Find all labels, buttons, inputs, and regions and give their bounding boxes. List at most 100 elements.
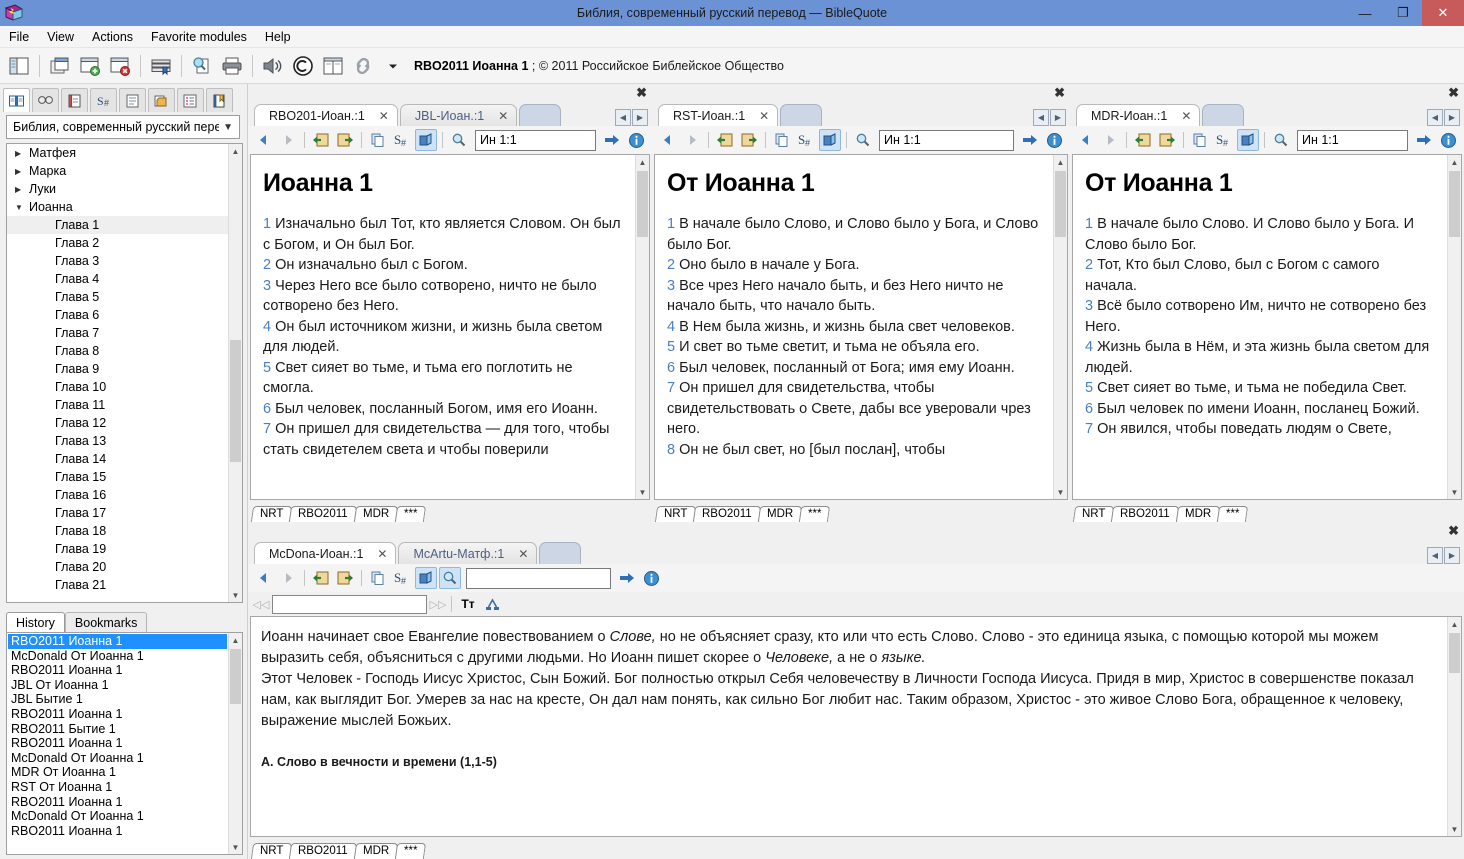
history-item[interactable]: McDonald От Иоанна 1 (8, 649, 227, 664)
close-icon[interactable]: ✕ (759, 109, 769, 123)
tab-scroll-left-icon[interactable]: ◀ (615, 109, 631, 126)
sidebar-tab-search[interactable] (32, 88, 59, 112)
panel-rbo-scrollbar[interactable]: ▲ ▼ (635, 155, 649, 499)
menu-item-actions[interactable]: Actions (83, 26, 142, 48)
tree-chapter-7[interactable]: Глава 4 (7, 270, 228, 288)
prev-chapter-icon[interactable] (310, 567, 332, 589)
prev-chapter-icon[interactable] (310, 129, 332, 151)
sidebar-tab-list[interactable] (119, 88, 146, 112)
reference-input[interactable]: Ин 1:1 (879, 129, 1014, 151)
new-window-icon[interactable] (76, 51, 104, 81)
dropdown-arrow-icon[interactable] (379, 51, 407, 81)
tile-windows-icon[interactable] (46, 51, 74, 81)
scroll-up-icon[interactable]: ▲ (229, 633, 242, 647)
tree-chapter-24[interactable]: Глава 21 (7, 576, 228, 594)
tab-scroll-right-icon[interactable]: ▶ (1444, 547, 1460, 564)
history-item[interactable]: RBO2011 Иоанна 1 (8, 795, 227, 810)
back-arrow-icon[interactable] (253, 129, 275, 151)
strong-numbers-icon[interactable]: S # (391, 567, 413, 589)
history-item[interactable]: RBO2011 Иоанна 1 (8, 663, 227, 678)
open-module-icon[interactable] (1237, 129, 1259, 151)
panel-rst-scrollbar[interactable]: ▲ ▼ (1053, 155, 1067, 499)
history-item[interactable]: RBO2011 Иоанна 1 (8, 634, 227, 649)
chevron-down-icon[interactable]: ▼ (15, 203, 29, 212)
tab-scroll-left-icon[interactable]: ◀ (1427, 109, 1443, 126)
search-icon[interactable] (1270, 129, 1292, 151)
history-item[interactable]: RST От Иоанна 1 (8, 780, 227, 795)
back-arrow-icon[interactable] (253, 567, 275, 589)
sidebar-tab-outline[interactable] (177, 88, 204, 112)
reference-input[interactable]: Ин 1:1 (1297, 129, 1408, 151)
reference-input[interactable]: Ин 1:1 (475, 129, 596, 151)
chevron-right-icon[interactable]: ▶ (15, 149, 29, 158)
scroll-thumb[interactable] (1449, 171, 1460, 237)
close-icon[interactable]: ✕ (498, 109, 508, 123)
tree-chapter-10[interactable]: Глава 7 (7, 324, 228, 342)
tree-book-0[interactable]: ▶ Матфея (7, 144, 228, 162)
info-icon[interactable] (1437, 129, 1459, 151)
back-arrow-icon[interactable] (657, 129, 679, 151)
copy-verse-icon[interactable] (771, 129, 793, 151)
module-tab-more[interactable]: *** (1217, 506, 1249, 522)
close-window-icon[interactable] (106, 51, 134, 81)
chevron-right-icon[interactable]: ▶ (15, 185, 29, 194)
module-select[interactable]: Библия, современный русский перев ▼ (6, 115, 240, 139)
tree-chapter-22[interactable]: Глава 19 (7, 540, 228, 558)
tab-bookmarks[interactable]: Bookmarks (64, 612, 148, 632)
tree-chapter-5[interactable]: Глава 2 (7, 234, 228, 252)
tree-chapter-6[interactable]: Глава 3 (7, 252, 228, 270)
close-icon[interactable]: ✕ (379, 109, 389, 123)
minimize-button[interactable]: — (1346, 0, 1384, 26)
search-icon[interactable] (439, 567, 461, 589)
tab-scroll-right-icon[interactable]: ▶ (1444, 109, 1460, 126)
tree-chapter-23[interactable]: Глава 20 (7, 558, 228, 576)
info-icon[interactable] (625, 129, 647, 151)
sidebar-tab-bible[interactable] (3, 88, 30, 112)
sidebar-tab-notes[interactable] (61, 88, 88, 112)
next-chapter-icon[interactable] (738, 129, 760, 151)
tree-chapter-19[interactable]: Глава 16 (7, 486, 228, 504)
commentary-textview[interactable]: Иоанн начинает свое Евангелие повествова… (250, 616, 1462, 837)
scroll-down-icon[interactable]: ▼ (1448, 822, 1461, 836)
panel-rst-close-icon[interactable]: ✖ (1054, 85, 1065, 101)
info-icon[interactable] (1043, 129, 1065, 151)
module-tab-rbo2011[interactable]: RBO2011 (1111, 506, 1180, 522)
scroll-down-icon[interactable]: ▼ (1054, 485, 1067, 499)
module-tab-more[interactable]: *** (395, 843, 427, 859)
module-tab-nrt[interactable]: NRT (250, 506, 293, 522)
commentary-reference-input[interactable] (466, 567, 611, 589)
tree-chapter-4[interactable]: Глава 1 (7, 216, 228, 234)
go-arrow-icon[interactable] (1019, 129, 1041, 151)
next-chapter-icon[interactable] (334, 129, 356, 151)
copy-verse-icon[interactable] (367, 567, 389, 589)
chevron-right-icon[interactable]: ▶ (15, 167, 29, 176)
scroll-thumb[interactable] (230, 649, 241, 704)
tree-chapter-16[interactable]: Глава 13 (7, 432, 228, 450)
scroll-down-icon[interactable]: ▼ (229, 588, 242, 602)
tab-new-placeholder[interactable] (519, 104, 562, 126)
print-icon[interactable] (218, 51, 246, 81)
search-document-icon[interactable] (188, 51, 216, 81)
scroll-up-icon[interactable]: ▲ (1448, 617, 1461, 631)
strong-numbers-icon[interactable]: S # (795, 129, 817, 151)
prev-chapter-icon[interactable] (1132, 129, 1154, 151)
open-module-icon[interactable] (819, 129, 841, 151)
strong-numbers-icon[interactable]: S # (1213, 129, 1235, 151)
module-tab-mdr[interactable]: MDR (1175, 506, 1221, 522)
tab-rbo201-ioan-1[interactable]: RBO201-Иоан.:1 ✕ (254, 104, 398, 126)
history-item[interactable]: MDR От Иоанна 1 (8, 765, 227, 780)
font-size-icon[interactable]: Tт (457, 593, 479, 615)
open-module-icon[interactable] (415, 129, 437, 151)
link-icon[interactable] (349, 51, 377, 81)
scroll-up-icon[interactable]: ▲ (636, 155, 649, 169)
tab-new-placeholder[interactable] (780, 104, 823, 126)
tree-chapter-17[interactable]: Глава 14 (7, 450, 228, 468)
history-item[interactable]: McDonald От Иоанна 1 (8, 751, 227, 766)
forward-arrow-icon[interactable] (681, 129, 703, 151)
module-tab-nrt[interactable]: NRT (654, 506, 697, 522)
close-icon[interactable]: ✕ (1181, 109, 1191, 123)
next-chapter-icon[interactable] (334, 567, 356, 589)
search-icon[interactable] (448, 129, 470, 151)
open-module-icon[interactable] (415, 567, 437, 589)
tree-chapter-13[interactable]: Глава 10 (7, 378, 228, 396)
